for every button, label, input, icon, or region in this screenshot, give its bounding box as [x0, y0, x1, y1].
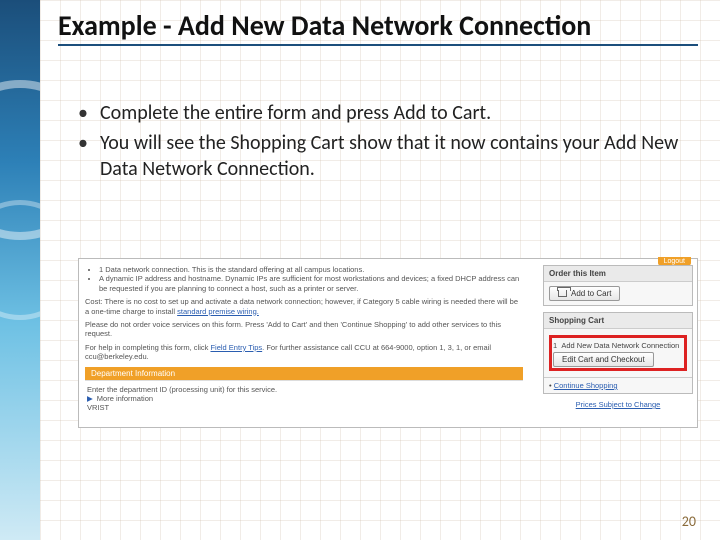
voice-note: Please do not order voice services on th…	[85, 320, 523, 339]
field-entry-tips-link[interactable]: Field Entry Tips	[210, 343, 262, 352]
cost-text: Cost: There is no cost to set up and act…	[85, 297, 518, 315]
arc-decoration	[0, 200, 40, 320]
highlight-box: 1 Add New Data Network Connection Edit C…	[549, 335, 687, 371]
add-to-cart-label: Add to Cart	[571, 289, 611, 298]
order-item-header: Order this Item	[544, 266, 692, 282]
dept-instruction: Enter the department ID (processing unit…	[87, 385, 521, 394]
intro-item: 1 Data network connection. This is the s…	[99, 265, 523, 274]
continue-shopping-link[interactable]: Continue Shopping	[554, 381, 618, 390]
department-info-header: Department Information	[85, 367, 523, 380]
cart-item-name: Add New Data Network Connection	[561, 341, 679, 350]
order-item-body: Add to Cart	[544, 282, 692, 305]
cart-line-item: 1 Add New Data Network Connection	[553, 339, 683, 352]
department-info-body: Enter the department ID (processing unit…	[85, 380, 523, 416]
bullet-list: Complete the entire form and press Add t…	[78, 100, 680, 186]
cart-icon	[558, 290, 567, 297]
decorative-left-band	[0, 0, 40, 540]
help-line: For help in completing this form, click …	[85, 343, 523, 362]
page-number: 20	[682, 513, 696, 530]
screenshot-main-column: 1 Data network connection. This is the s…	[79, 259, 529, 429]
prices-subject-note: Prices Subject to Change	[543, 400, 693, 409]
intro-list: 1 Data network connection. This is the s…	[99, 265, 523, 293]
chevron-right-icon: ▶	[87, 394, 93, 403]
dept-value: VRIST	[87, 403, 521, 412]
screenshot-right-column: Order this Item Add to Cart Shopping Car…	[543, 265, 693, 409]
cart-qty: 1	[553, 341, 557, 350]
embedded-screenshot: Logout 1 Data network connection. This i…	[78, 258, 698, 428]
premise-wiring-link[interactable]: standard premise wiring.	[177, 307, 259, 316]
more-info-label: More information	[97, 394, 153, 403]
order-item-panel: Order this Item Add to Cart	[543, 265, 693, 306]
add-to-cart-button[interactable]: Add to Cart	[549, 286, 620, 301]
slide-title: Example - Add New Data Network Connectio…	[58, 10, 700, 42]
edit-cart-checkout-button[interactable]: Edit Cart and Checkout	[553, 352, 654, 367]
shopping-cart-body: 1 Add New Data Network Connection Edit C…	[544, 329, 692, 377]
intro-item: A dynamic IP address and hostname. Dynam…	[99, 274, 523, 293]
cost-line: Cost: There is no cost to set up and act…	[85, 297, 523, 316]
title-area: Example - Add New Data Network Connectio…	[58, 10, 700, 46]
more-info-toggle[interactable]: ▶ More information	[87, 394, 521, 403]
bullet-item: You will see the Shopping Cart show that…	[78, 130, 680, 182]
shopping-cart-panel: Shopping Cart 1 Add New Data Network Con…	[543, 312, 693, 394]
cart-footer: • Continue Shopping	[544, 377, 692, 393]
bullet-item: Complete the entire form and press Add t…	[78, 100, 680, 126]
slide: Example - Add New Data Network Connectio…	[0, 0, 720, 540]
title-underline	[58, 44, 698, 46]
help-prefix: For help in completing this form, click	[85, 343, 210, 352]
shopping-cart-header: Shopping Cart	[544, 313, 692, 329]
